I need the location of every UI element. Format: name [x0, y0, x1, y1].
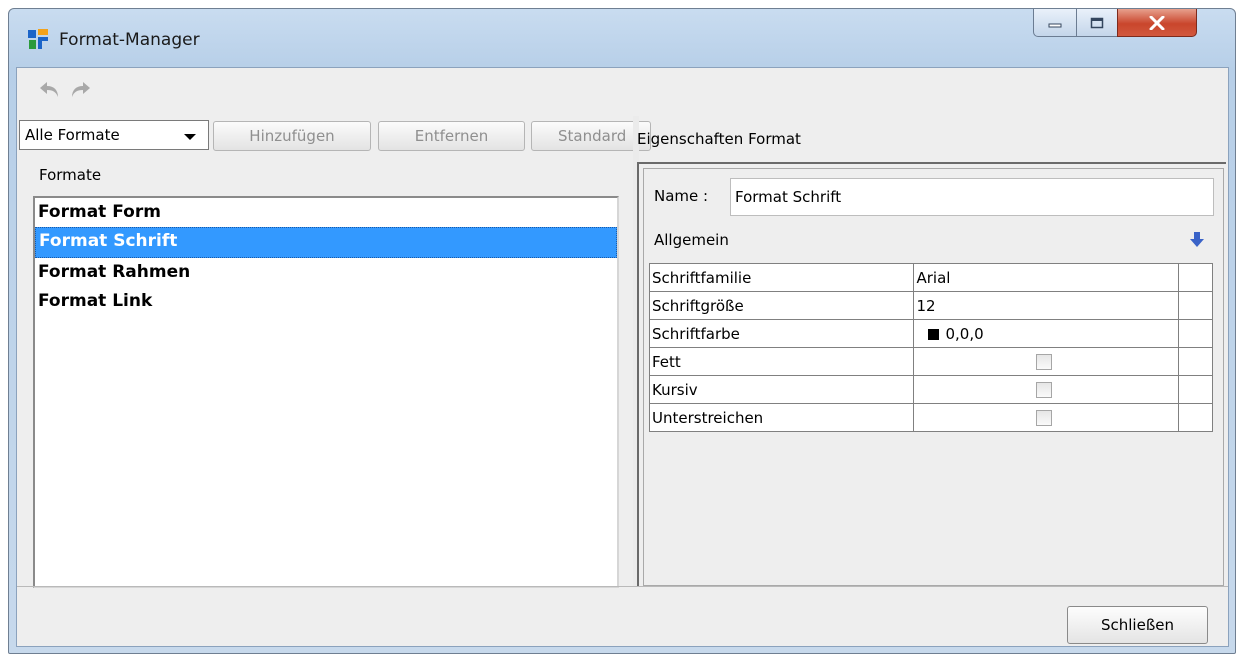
list-item[interactable]: Format Rahmen: [35, 258, 617, 287]
property-name: Schriftfamilie: [648, 263, 915, 292]
property-extra: [1177, 375, 1214, 404]
table-row[interactable]: Fett: [648, 347, 1214, 376]
color-value: 0,0,0: [945, 324, 984, 343]
formats-list-label: Formate: [39, 166, 102, 184]
properties-content: Name : Format Schrift Allgemein Schriftf…: [643, 168, 1224, 586]
close-icon: [1149, 15, 1165, 30]
properties-panel: Eigenschaften Format Name : Format Schri…: [637, 116, 1228, 586]
property-name: Kursiv: [648, 375, 915, 404]
property-value[interactable]: Arial: [913, 263, 1179, 292]
property-value: [913, 403, 1179, 432]
undo-icon[interactable]: [37, 78, 63, 102]
add-format-button[interactable]: Hinzufügen: [213, 121, 371, 151]
list-item[interactable]: Format Form: [35, 198, 617, 227]
property-name: Schriftgröße: [648, 291, 915, 320]
property-name: Schriftfarbe: [648, 319, 915, 348]
property-value: [913, 375, 1179, 404]
property-extra: [1177, 403, 1214, 432]
property-name: Fett: [648, 347, 915, 376]
properties-title: Eigenschaften Format: [637, 130, 801, 148]
property-name: Unterstreichen: [648, 403, 915, 432]
name-label: Name :: [654, 187, 709, 205]
properties-table: Schriftfamilie Arial Schriftgröße 12 Sch…: [648, 263, 1214, 432]
property-extra: [1177, 347, 1214, 376]
color-swatch: [928, 328, 940, 340]
remove-format-button[interactable]: Entfernen: [378, 121, 525, 151]
format-manager-window: Format-Manager Alle Formate Hinzufügen E…: [8, 8, 1236, 654]
format-filter-value: Alle Formate: [25, 126, 120, 144]
list-item[interactable]: Format Link: [35, 287, 617, 316]
table-row[interactable]: Schriftfamilie Arial: [648, 263, 1214, 292]
close-window-button[interactable]: [1117, 9, 1197, 37]
table-row[interactable]: Unterstreichen: [648, 403, 1214, 432]
property-extra: [1177, 291, 1214, 320]
footer-divider: [17, 586, 1228, 587]
chevron-down-icon: [184, 134, 196, 140]
list-item-selected[interactable]: Format Schrift: [35, 227, 617, 258]
formats-list[interactable]: Format Form Format Schrift Format Rahmen…: [33, 196, 619, 588]
property-value: [913, 347, 1179, 376]
collapse-arrow-icon[interactable]: [1189, 231, 1205, 249]
format-filter-select[interactable]: Alle Formate: [19, 120, 209, 150]
section-general-label: Allgemein: [654, 231, 729, 249]
redo-icon[interactable]: [67, 78, 93, 102]
title-bar[interactable]: Format-Manager: [9, 9, 1235, 67]
maximize-button[interactable]: [1076, 9, 1118, 37]
minimize-button[interactable]: [1033, 9, 1077, 37]
formats-panel: Alle Formate Hinzufügen Entfernen Standa…: [17, 116, 651, 588]
client-area: Alle Formate Hinzufügen Entfernen Standa…: [16, 67, 1229, 647]
minimize-icon: [1048, 23, 1062, 27]
property-value-color[interactable]: 0,0,0: [913, 319, 1179, 348]
property-extra: [1177, 263, 1214, 292]
property-value[interactable]: 12: [913, 291, 1179, 320]
table-row[interactable]: Kursiv: [648, 375, 1214, 404]
close-button[interactable]: Schließen: [1067, 606, 1208, 644]
table-row[interactable]: Schriftfarbe 0,0,0: [648, 319, 1214, 348]
table-row[interactable]: Schriftgröße 12: [648, 291, 1214, 320]
bold-checkbox[interactable]: [1036, 353, 1053, 370]
maximize-icon: [1090, 17, 1104, 28]
name-field[interactable]: Format Schrift: [730, 178, 1214, 216]
italic-checkbox[interactable]: [1036, 381, 1053, 398]
property-extra: [1177, 319, 1214, 348]
app-icon: [28, 29, 48, 49]
window-title: Format-Manager: [59, 30, 200, 50]
underline-checkbox[interactable]: [1036, 409, 1053, 426]
toolbar: [17, 68, 1228, 110]
